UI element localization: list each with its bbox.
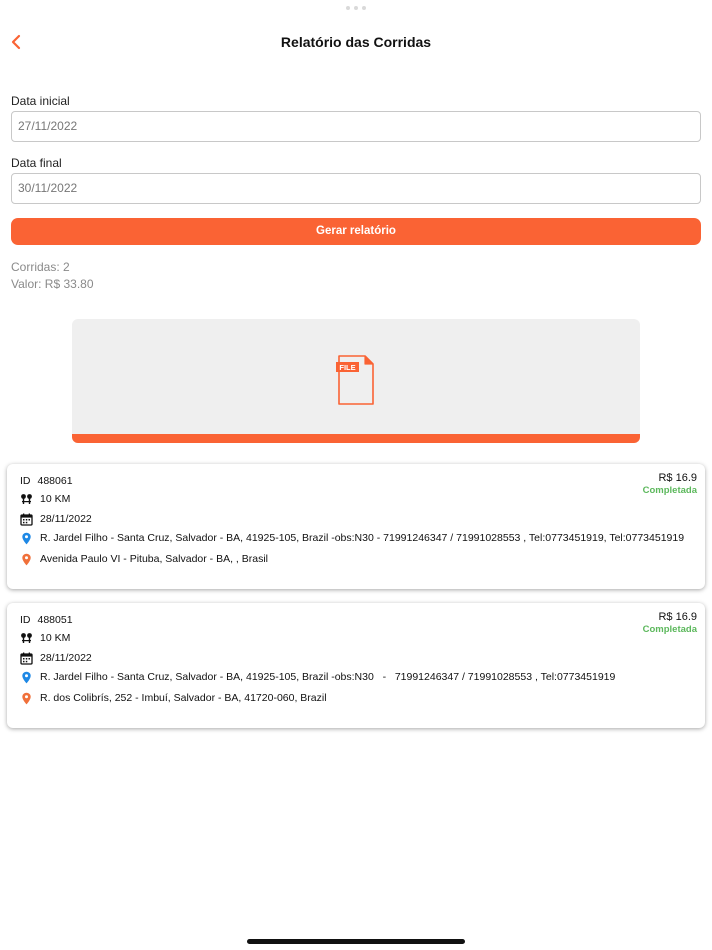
header: Relatório das Corridas [0, 0, 712, 84]
file-panel-bar [72, 434, 640, 443]
destination-pin-icon [20, 692, 33, 705]
ride-id-row: ID 488051 [20, 612, 73, 628]
ride-distance: 10 KM [40, 493, 71, 505]
ride-id: 488061 [37, 475, 73, 487]
ride-date: 28/11/2022 [40, 652, 92, 664]
ride-id-row: ID 488061 [20, 473, 73, 489]
home-indicator [247, 939, 465, 944]
ride-origin-row: R. Jardel Filho - Santa Cruz, Salvador -… [20, 530, 684, 546]
ride-id-label: ID [20, 475, 31, 487]
ride-origin: R. Jardel Filho - Santa Cruz, Salvador -… [40, 532, 685, 544]
ride-date: 28/11/2022 [40, 513, 92, 525]
file-icon: FILE [336, 355, 374, 405]
ride-card[interactable]: R$ 16.9 Completada ID 488061 10 KM 28/11… [7, 464, 705, 589]
ride-distance-row: 10 KM [20, 491, 70, 507]
ride-destination: R. dos Colibrís, 252 - Imbuí, Salvador -… [40, 692, 327, 704]
origin-pin-icon [20, 671, 33, 684]
ride-status: Completada [642, 624, 697, 635]
ride-status: Completada [642, 485, 697, 496]
start-date-label: Data inicial [11, 94, 70, 108]
ride-price: R$ 16.9 [658, 611, 697, 623]
ride-card[interactable]: R$ 16.9 Completada ID 488051 10 KM 28/11… [7, 603, 705, 728]
ride-destination-row: R. dos Colibrís, 252 - Imbuí, Salvador -… [20, 690, 327, 706]
calendar-icon [20, 652, 33, 665]
calendar-icon [20, 513, 33, 526]
page-title: Relatório das Corridas [280, 34, 432, 50]
ride-destination-row: Avenida Paulo VI - Pituba, Salvador - BA… [20, 551, 268, 567]
end-date-input[interactable]: 30/11/2022 [11, 173, 701, 204]
distance-icon [20, 632, 33, 645]
ride-destination: Avenida Paulo VI - Pituba, Salvador - BA… [40, 553, 269, 565]
ride-id-label: ID [20, 614, 31, 626]
origin-pin-icon [20, 532, 33, 545]
start-date-input[interactable]: 27/11/2022 [11, 111, 701, 142]
ride-origin: R. Jardel Filho - Santa Cruz, Salvador -… [40, 671, 616, 683]
file-panel[interactable]: FILE [72, 319, 640, 443]
ride-date-row: 28/11/2022 [20, 511, 92, 527]
ride-id: 488051 [37, 614, 73, 626]
ride-origin-row: R. Jardel Filho - Santa Cruz, Salvador -… [20, 669, 615, 685]
destination-pin-icon [20, 553, 33, 566]
total-value: Valor: R$ 33.80 [11, 277, 94, 291]
ride-date-row: 28/11/2022 [20, 650, 92, 666]
generate-report-button[interactable]: Gerar relatório [11, 218, 701, 245]
file-icon-text: FILE [339, 363, 355, 372]
distance-icon [20, 493, 33, 506]
ride-distance: 10 KM [40, 632, 71, 644]
end-date-label: Data final [11, 156, 62, 170]
ride-distance-row: 10 KM [20, 630, 70, 646]
rides-count: Corridas: 2 [11, 260, 70, 274]
ride-price: R$ 16.9 [658, 472, 697, 484]
